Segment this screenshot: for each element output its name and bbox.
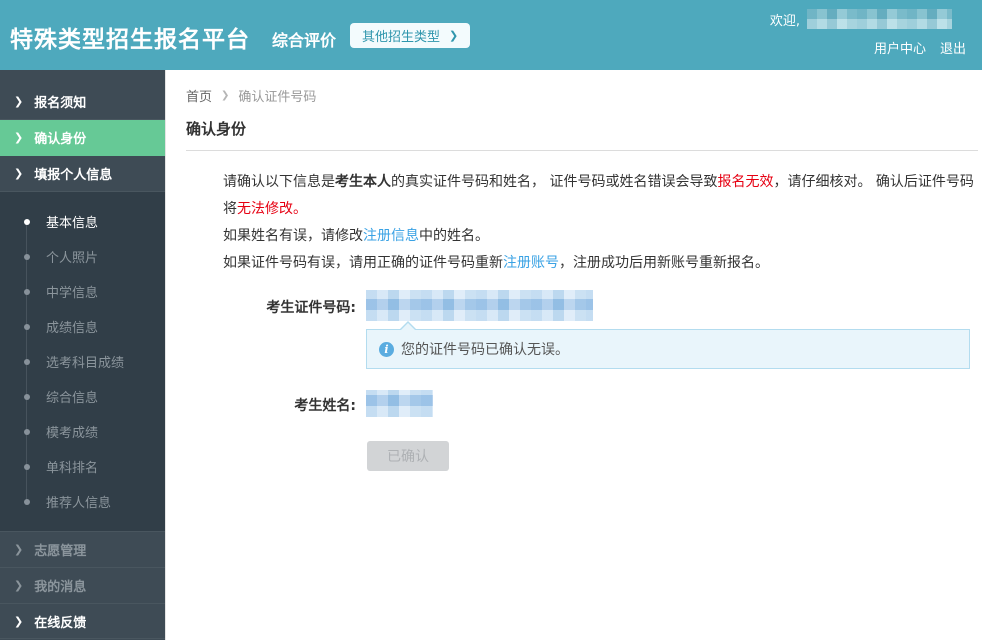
bullet-icon [24,358,30,365]
sidebar-subitem-label: 综合信息 [46,391,99,406]
sidebar-item-label: 在线反馈 [34,615,87,631]
sidebar-subitem-label: 基本信息 [46,216,99,231]
registration-info-link[interactable]: 注册信息 [363,228,419,244]
welcome-label: 欢迎, [769,13,800,29]
sidebar-nav: ❯ 报名须知 ❯ 确认身份 ❯ 填报个人信息 基本信息 个人照片 中学信息 成绩… [0,70,165,640]
sidebar-subitem-label: 中学信息 [46,286,99,301]
info-icon: i [379,341,394,357]
confirmed-button[interactable]: 已确认 [367,441,449,471]
notice-text: 中的姓名。 [419,228,489,244]
tooltip-caret [401,323,415,330]
chevron-right-icon: ❯ [14,614,24,628]
sidebar-submenu: 基本信息 个人照片 中学信息 成绩信息 选考科目成绩 综合信息 模考成绩 单科排… [0,192,165,531]
sidebar-item-label: 报名须知 [34,96,87,111]
sidebar-bottom-group: ❯ 志愿管理 ❯ 我的消息 ❯ 在线反馈 [0,531,165,639]
sidebar-subitem-label: 个人照片 [46,251,99,266]
redacted-id-number [366,290,593,321]
sidebar-item-personal-photo[interactable]: 个人照片 [0,239,165,274]
confirm-button-row: 已确认 [367,441,994,471]
candidate-name-row: 考生姓名: [186,390,994,417]
notice-text: 如果证件号码有误，请用正确的证件号码重新 [223,255,503,271]
sidebar-item-fill-personal-info[interactable]: ❯ 填报个人信息 [0,156,165,192]
bullet-icon [24,323,30,330]
page-layout: ❯ 报名须知 ❯ 确认身份 ❯ 填报个人信息 基本信息 个人照片 中学信息 成绩… [0,70,994,640]
id-confirmed-tooltip: i 您的证件号码已确认无误。 [366,321,970,369]
notice-text: 如果姓名有误，请修改 [223,228,363,244]
app-header: 特殊类型招生报名平台 综合评价 其他招生类型 ❯ 欢迎, 用户中心 退出 [0,0,982,70]
sidebar-item-label: 我的消息 [34,580,87,595]
chevron-right-icon: ❯ [221,90,230,101]
chevron-right-icon: ❯ [14,167,24,180]
register-account-link[interactable]: 注册账号 [503,255,559,271]
notice-text-bold: 考生本人 [335,174,391,190]
redacted-candidate-name [366,390,433,417]
chevron-right-icon: ❯ [14,579,24,592]
breadcrumb: 首页 ❯ 确认证件号码 [186,86,994,105]
other-enrollment-types-label: 其他招生类型 [362,29,441,44]
chevron-right-icon: ❯ [14,95,24,108]
sidebar-item-label: 填报个人信息 [34,168,113,183]
notice-text-warning: 报名无效 [717,174,774,190]
id-number-label: 考生证件号码: [266,300,356,316]
user-center-link[interactable]: 用户中心 [874,38,926,57]
sidebar-subitem-label: 推荐人信息 [46,496,112,511]
app-title: 特殊类型招生报名平台 [10,27,250,53]
identity-form: 考生证件号码: i 您的证件号码已确认无误。 考生姓名: 已确认 [186,290,994,471]
bullet-icon [24,253,30,260]
sidebar-item-online-feedback[interactable]: ❯ 在线反馈 [0,603,165,639]
chevron-right-icon: ❯ [449,30,459,42]
chevron-right-icon: ❯ [14,131,24,144]
id-confirmed-message: 您的证件号码已确认无误。 [401,342,569,358]
notice-text: 的真实证件号码和姓名， 证件号码或姓名错误会导致 [391,174,718,190]
sidebar-item-score-info[interactable]: 成绩信息 [0,309,165,344]
notice-text: 请确认以下信息是 [223,174,335,190]
notice-text: ，注册成功后用新账号重新报名。 [559,255,769,271]
sidebar-item-comprehensive-info[interactable]: 综合信息 [0,379,165,414]
id-number-row: 考生证件号码: i 您的证件号码已确认无误。 [186,290,994,369]
sidebar-item-confirm-identity[interactable]: ❯ 确认身份 [0,120,165,156]
page-title: 确认身份 [186,120,247,138]
redacted-user-name [807,9,952,29]
sidebar-item-label: 志愿管理 [34,544,87,559]
sidebar-item-volunteer-management[interactable]: ❯ 志愿管理 [0,531,165,567]
sidebar-subitem-label: 选考科目成绩 [46,356,125,371]
user-links: 用户中心 退出 [874,38,966,57]
sidebar-item-mock-exam-scores[interactable]: 模考成绩 [0,414,165,449]
sidebar-item-single-subject-ranking[interactable]: 单科排名 [0,449,165,484]
bullet-icon [24,393,30,400]
id-number-value-area: i 您的证件号码已确认无误。 [366,290,970,369]
notice-text-warning: 无法修改。 [237,201,307,217]
bullet-icon [24,428,30,435]
sidebar-item-recommender-info[interactable]: 推荐人信息 [0,484,165,519]
chevron-right-icon: ❯ [14,543,24,556]
sidebar-item-elective-subject-scores[interactable]: 选考科目成绩 [0,344,165,379]
sidebar-subitem-label: 模考成绩 [46,426,99,441]
bullet-icon [24,218,30,225]
candidate-name-label: 考生姓名: [294,398,356,414]
welcome-bar: 欢迎, [770,9,952,29]
logout-link[interactable]: 退出 [940,38,966,57]
bullet-icon [24,463,30,470]
sidebar-item-school-info[interactable]: 中学信息 [0,274,165,309]
other-enrollment-types-button[interactable]: 其他招生类型 ❯ [350,23,471,48]
confirmation-notice: 请确认以下信息是考生本人的真实证件号码和姓名， 证件号码或姓名错误会导致报名无效… [223,169,981,277]
candidate-name-value-area [366,390,433,417]
sidebar-subitem-label: 单科排名 [46,461,99,476]
sidebar-subitem-label: 成绩信息 [46,321,99,336]
app-subtitle: 综合评价 [272,31,337,50]
bullet-icon [24,498,30,505]
breadcrumb-current: 确认证件号码 [238,90,317,105]
title-divider [186,150,978,151]
breadcrumb-home-link[interactable]: 首页 [186,86,212,105]
main-content: 首页 ❯ 确认证件号码 确认身份 请确认以下信息是考生本人的真实证件号码和姓名，… [165,70,994,640]
sidebar-item-basic-info[interactable]: 基本信息 [0,204,165,239]
bullet-icon [24,288,30,295]
sidebar-item-label: 确认身份 [34,132,87,147]
sidebar-item-my-messages[interactable]: ❯ 我的消息 [0,567,165,603]
sidebar-item-enrollment-notice[interactable]: ❯ 报名须知 [0,84,165,120]
